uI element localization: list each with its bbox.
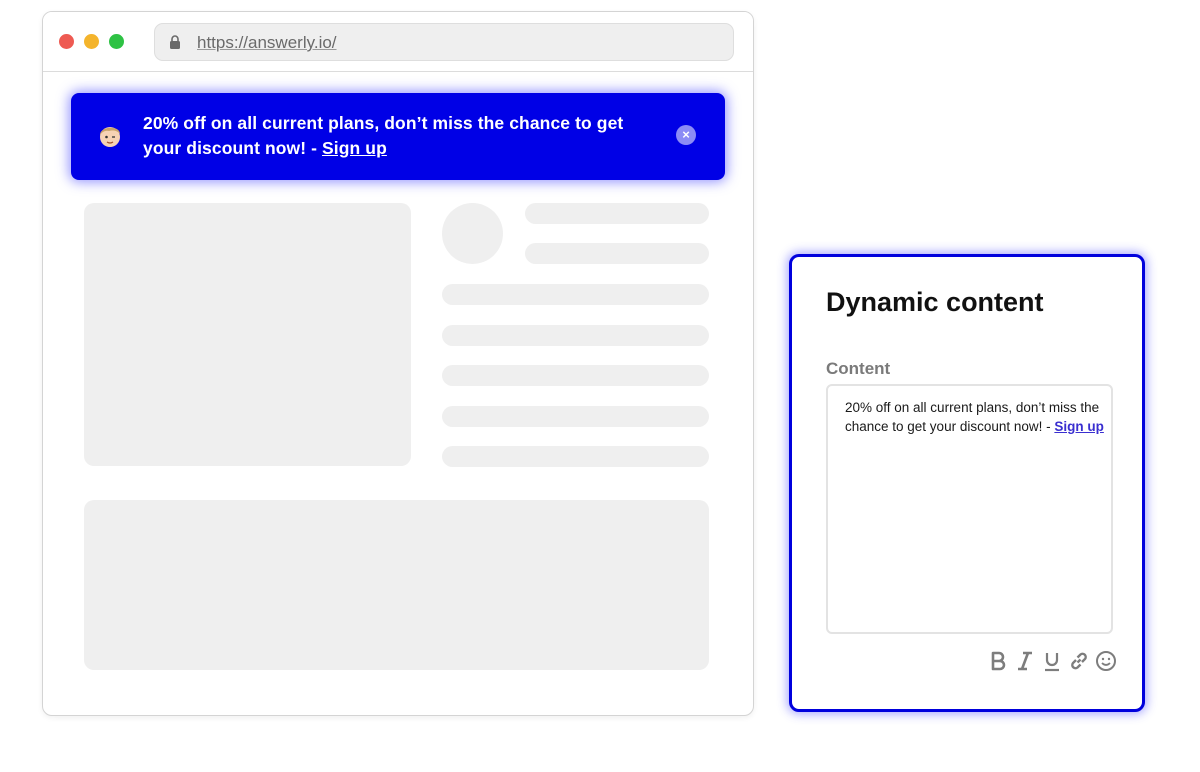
- close-banner-button[interactable]: ×: [676, 125, 696, 145]
- emoji-icon[interactable]: [1094, 649, 1118, 673]
- editor-text[interactable]: 20% off on all current plans, don’t miss…: [845, 398, 1105, 436]
- maximize-window-button[interactable]: [109, 34, 124, 49]
- banner-signup-link[interactable]: Sign up: [322, 138, 387, 158]
- avatar-placeholder: [442, 203, 503, 264]
- lock-icon: [170, 35, 180, 49]
- editor-signup-link[interactable]: Sign up: [1054, 419, 1104, 434]
- content-block-placeholder: [84, 500, 709, 670]
- browser-window: https://answerly.io/ 20% off on all curr…: [42, 11, 754, 716]
- promo-banner: 20% off on all current plans, don’t miss…: [71, 93, 725, 180]
- minimize-window-button[interactable]: [84, 34, 99, 49]
- text-line-placeholder: [442, 406, 709, 427]
- image-placeholder: [84, 203, 411, 466]
- content-editor[interactable]: 20% off on all current plans, don’t miss…: [826, 384, 1113, 634]
- url-text[interactable]: https://answerly.io/: [197, 33, 337, 53]
- close-window-button[interactable]: [59, 34, 74, 49]
- italic-icon[interactable]: [1013, 649, 1037, 673]
- link-icon[interactable]: [1067, 649, 1091, 673]
- text-line-placeholder: [442, 284, 709, 305]
- avatar-icon: [100, 127, 120, 147]
- browser-titlebar: https://answerly.io/: [43, 12, 753, 72]
- content-label: Content: [826, 359, 891, 378]
- text-line-placeholder: [525, 203, 709, 224]
- text-line-placeholder: [442, 365, 709, 386]
- underline-icon[interactable]: [1040, 649, 1064, 673]
- text-line-placeholder: [525, 243, 709, 264]
- banner-message: 20% off on all current plans, don’t miss…: [143, 111, 643, 161]
- text-line-placeholder: [442, 446, 709, 467]
- bold-icon[interactable]: [986, 649, 1010, 673]
- panel-title: Dynamic content: [826, 287, 1044, 317]
- address-bar[interactable]: https://answerly.io/: [154, 23, 734, 61]
- dynamic-content-panel: Dynamic content Content 20% off on all c…: [789, 254, 1145, 712]
- text-line-placeholder: [442, 325, 709, 346]
